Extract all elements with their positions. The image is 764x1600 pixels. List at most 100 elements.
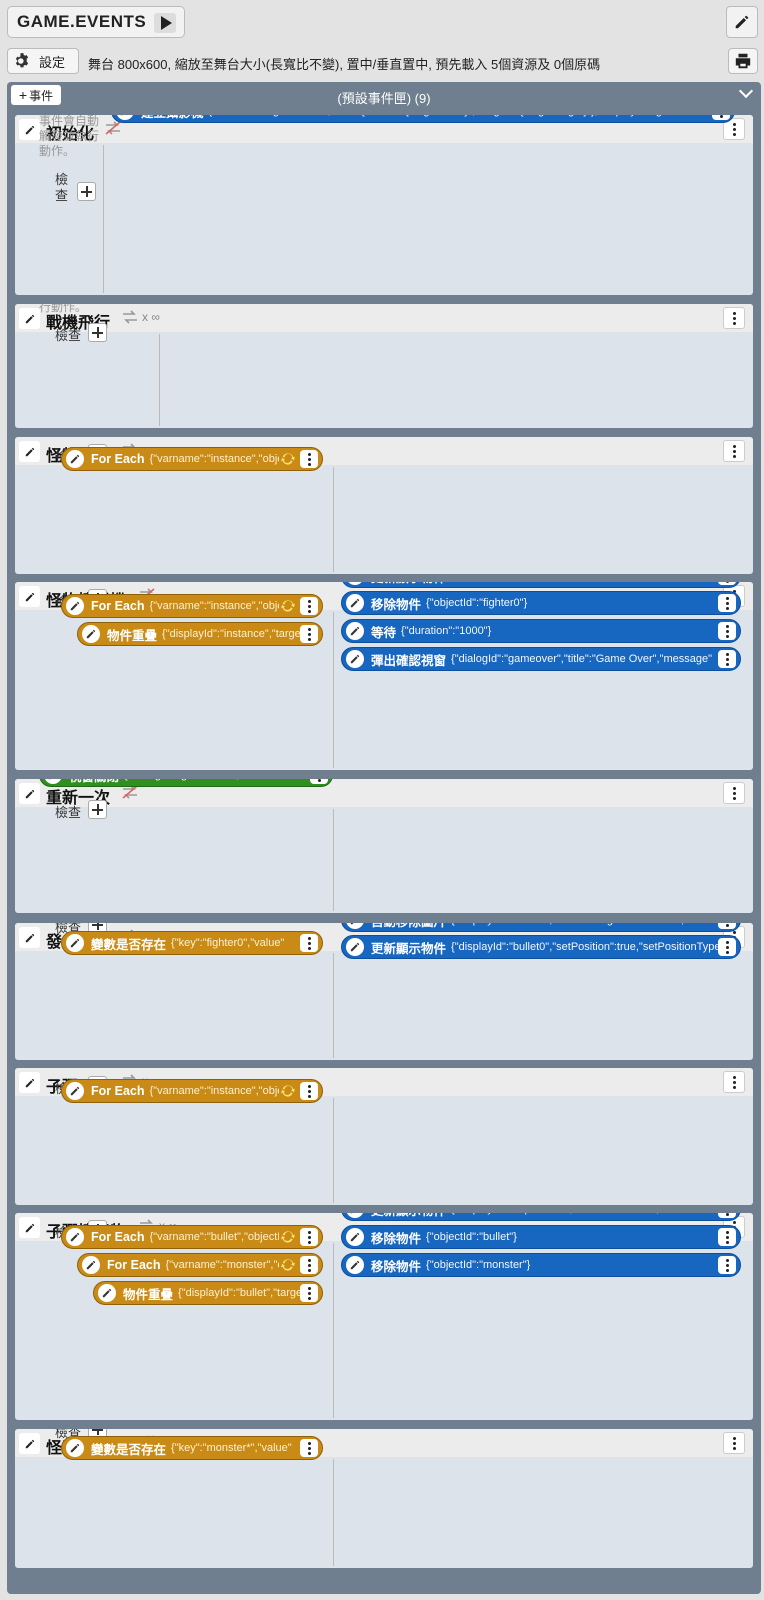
action-block[interactable]: 更新顯示物件{"displayId":"explosion0","setPosi… — [341, 582, 741, 588]
block-menu-button[interactable] — [300, 450, 318, 468]
print-button[interactable] — [728, 48, 758, 74]
edit-event-button[interactable] — [19, 441, 40, 462]
edit-event-button[interactable] — [19, 119, 40, 140]
check-block[interactable]: For Each {"varname":"instance","objectId" — [61, 1079, 323, 1103]
block-menu-button[interactable] — [300, 597, 318, 615]
pencil-icon-button[interactable] — [66, 1082, 84, 1100]
pencil-icon-button[interactable] — [346, 938, 364, 956]
events-file-title[interactable]: GAME.EVENTS — [7, 6, 185, 38]
action-block[interactable]: 移除物件 {"objectId":"bullet"} — [341, 1225, 741, 1249]
pencil-icon — [350, 1213, 353, 1214]
pencil-icon-button[interactable] — [44, 779, 62, 784]
block-menu-button[interactable] — [310, 779, 328, 784]
edit-event-button[interactable] — [19, 308, 40, 329]
block-menu-button[interactable] — [300, 1082, 318, 1100]
check-params: {"varname":"instance","objectId" — [149, 600, 280, 612]
pencil-icon-button[interactable] — [346, 582, 364, 585]
block-menu-button[interactable] — [718, 938, 736, 956]
pencil-icon-button[interactable] — [346, 622, 364, 640]
pencil-icon-button[interactable] — [66, 450, 84, 468]
check-block[interactable]: 變數是否存在 {"key":"monster*","value" — [61, 1436, 323, 1460]
edit-event-button[interactable] — [19, 1217, 40, 1238]
block-menu-button[interactable] — [300, 625, 318, 643]
pencil-icon-button[interactable] — [82, 1256, 100, 1274]
event-menu-button[interactable] — [723, 307, 745, 329]
pencil-icon-button[interactable] — [346, 1213, 364, 1218]
check-block[interactable]: For Each {"varname":"bullet","objectId" — [61, 1225, 323, 1249]
check-block[interactable]: For Each {"varname":"monster","objectId" — [77, 1253, 323, 1277]
block-menu-button[interactable] — [718, 622, 736, 640]
edit-event-button[interactable] — [19, 586, 40, 607]
block-menu-button[interactable] — [718, 1256, 736, 1274]
check-block[interactable]: For Each {"varname":"instance","objectId" — [61, 447, 323, 471]
pencil-icon-button[interactable] — [346, 923, 364, 929]
block-menu-button[interactable] — [300, 1439, 318, 1457]
pencil-icon — [86, 629, 96, 639]
event-menu-button[interactable] — [723, 1432, 745, 1454]
check-block[interactable]: For Each {"varname":"instance","objectId" — [61, 594, 323, 618]
block-menu-button[interactable] — [718, 1213, 736, 1218]
add-check-button[interactable] — [88, 800, 107, 819]
pencil-icon — [350, 598, 360, 608]
edit-file-button[interactable] — [726, 6, 758, 38]
pencil-icon-button[interactable] — [346, 650, 364, 668]
block-menu-button[interactable] — [300, 1228, 318, 1246]
edit-event-button[interactable] — [19, 927, 40, 948]
block-menu-button[interactable] — [718, 582, 736, 585]
no-trigger-hint: 未設定觸發條件:這個事件會自動觸發並執行動作。 — [39, 115, 100, 158]
action-block[interactable]: 彈出確認視窗 {"dialogId":"gameover","title":"Ga… — [341, 647, 741, 671]
add-check-button[interactable] — [77, 182, 96, 201]
pencil-icon-button[interactable] — [116, 115, 134, 120]
edit-event-button[interactable] — [19, 1072, 40, 1093]
event-card: 子彈飛行x ∞觸發動作檢查未設定觸發條件:這個事件會在以下檢查通過後自動觸發並執… — [15, 1068, 753, 1205]
pencil-icon — [70, 1232, 80, 1242]
action-block[interactable]: 移除物件 {"objectId":"monster"} — [341, 1253, 741, 1277]
block-menu-button[interactable] — [712, 115, 730, 120]
pencil-icon-button[interactable] — [66, 597, 84, 615]
check-block[interactable]: 物件重疊 {"displayId":"instance","targetId" — [77, 622, 323, 646]
edit-event-button[interactable] — [19, 783, 40, 804]
trigger-block[interactable]: 視窗關閉 {"dialogId":"gameclear","confirmed" — [39, 779, 333, 787]
play-icon[interactable] — [154, 13, 176, 33]
action-block[interactable]: 建立攝影機 {"cameraId":"gameCam","size":{"widt… — [111, 115, 735, 123]
event-menu-button[interactable] — [723, 1071, 745, 1093]
action-block[interactable]: 更新顯示物件 {"displayId":"bullet0","setPositio… — [341, 935, 741, 959]
check-block[interactable]: 物件重疊 {"displayId":"bullet","targetId" — [93, 1281, 323, 1305]
block-menu-button[interactable] — [300, 1256, 318, 1274]
block-menu-button[interactable] — [718, 923, 736, 929]
action-block[interactable]: 移除物件 {"objectId":"fighter0"} — [341, 591, 741, 615]
action-name: 彈出確認視窗 — [371, 653, 447, 668]
event-menu-button[interactable] — [723, 440, 745, 462]
action-block[interactable]: 等待 {"duration":"1000"} — [341, 619, 741, 643]
column-divider — [333, 1098, 334, 1203]
pencil-icon — [25, 1223, 34, 1232]
pencil-icon-button[interactable] — [66, 934, 84, 952]
action-block[interactable]: 自動移除圖片 {"displayId":"bullet0","visibleRan… — [341, 923, 741, 932]
block-menu-button[interactable] — [718, 594, 736, 612]
pencil-icon-button[interactable] — [82, 625, 100, 643]
pencil-icon-button[interactable] — [66, 1439, 84, 1457]
block-menu-button[interactable] — [718, 650, 736, 668]
event-card: 初始化觸發動作檢 查未設定觸發條件:這個事件會自動觸發並執行動作。建立圖層佈局{… — [15, 115, 753, 295]
add-check-button[interactable] — [88, 323, 107, 342]
pencil-icon-button[interactable] — [66, 1228, 84, 1246]
pencil-icon-button[interactable] — [346, 594, 364, 612]
event-menu-button[interactable] — [723, 782, 745, 804]
block-menu-button[interactable] — [300, 934, 318, 952]
check-name: 變數是否存在 — [91, 1442, 167, 1457]
check-params: {"displayId":"instance","targetId" — [162, 628, 300, 640]
pencil-icon — [350, 942, 360, 952]
action-params: {"displayId":"explosion0","setPosition":… — [451, 1213, 718, 1215]
column-divider — [333, 1459, 334, 1566]
block-menu-button[interactable] — [300, 1284, 318, 1302]
block-menu-button[interactable] — [718, 1228, 736, 1246]
pencil-icon-button[interactable] — [346, 1256, 364, 1274]
pencil-icon-button[interactable] — [98, 1284, 116, 1302]
check-block[interactable]: 變數是否存在 {"key":"fighter0","value" — [61, 931, 323, 955]
action-block[interactable]: 更新顯示物件{"displayId":"explosion0","setPosi… — [341, 1213, 741, 1221]
pencil-icon-button[interactable] — [346, 1228, 364, 1246]
trigger-name: 視窗關閉 — [69, 779, 119, 785]
check-params: {"key":"fighter0","value" — [171, 937, 285, 949]
settings-button[interactable]: 設定 — [7, 48, 79, 74]
edit-event-button[interactable] — [19, 1433, 40, 1454]
